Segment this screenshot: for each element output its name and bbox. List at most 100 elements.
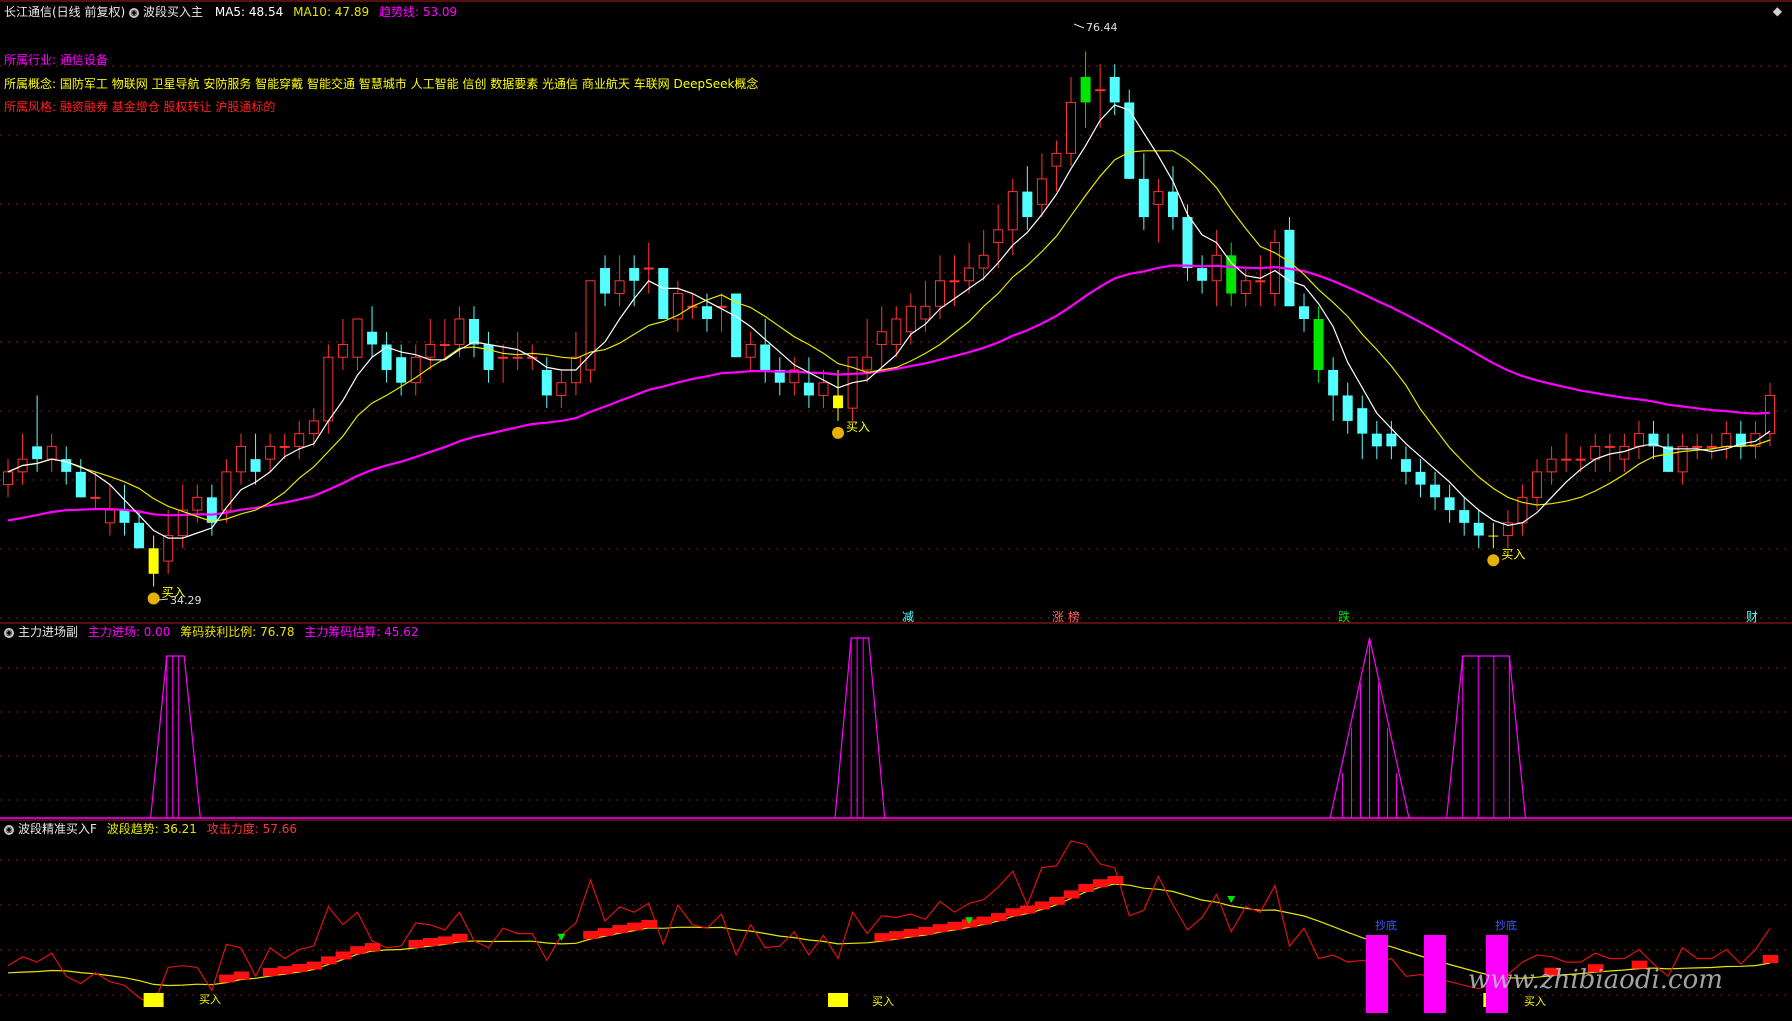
candle-body — [585, 280, 596, 371]
candle-body — [1313, 319, 1324, 370]
rise-block — [626, 922, 643, 931]
event-drop[interactable]: 跌 — [1338, 608, 1350, 625]
candle-body — [1706, 445, 1717, 448]
candle-body — [3, 471, 13, 486]
chart-canvas[interactable]: 买入买入买入 — [0, 0, 1792, 1021]
candle-body — [891, 318, 902, 345]
candle-body — [1036, 178, 1047, 205]
ma5-line — [7, 104, 1771, 539]
p3-buy-label-3: 买入 — [1524, 995, 1546, 1008]
stock-name: 长江通信(日线 前复权) — [4, 5, 126, 19]
panel2-value2: 筹码获利比例: 76.78 — [180, 625, 295, 639]
panel3-toggle-icon[interactable]: ◉ — [4, 824, 14, 835]
panel2-value1: 主力进场: 0.00 — [87, 625, 171, 639]
industry-value: 通信设备 — [59, 53, 108, 67]
candle-body — [1066, 101, 1077, 154]
candle-body — [1051, 152, 1062, 167]
watermark: www.zhibiaodi.com — [1468, 965, 1723, 995]
candle-body — [468, 319, 479, 345]
candle-body — [745, 343, 756, 358]
candle-body — [425, 343, 436, 358]
rise-block — [947, 921, 963, 930]
candle-body — [920, 305, 931, 320]
high-price-label: 76.44 — [1086, 21, 1118, 34]
candle-body — [1182, 217, 1193, 269]
candle-body — [1095, 89, 1106, 92]
candle-body — [818, 382, 829, 396]
rise-block — [903, 928, 920, 937]
candle-body — [337, 343, 348, 358]
candle-body — [1765, 394, 1775, 435]
panel2-value3: 主力筹码估算: 45.62 — [304, 625, 419, 639]
candle-body — [600, 268, 611, 294]
panel-close-icon[interactable]: ◆ — [1773, 4, 1782, 18]
candle-body — [1619, 445, 1630, 460]
ma10-value: MA10: 47.89 — [293, 5, 370, 19]
p3-bottom-label-1: 抄底 — [1375, 919, 1397, 932]
event-limit-up[interactable]: 涨 榜 — [1052, 608, 1080, 625]
candle-body — [454, 318, 465, 345]
panel2-header: ◉ 主力进场副 主力进场: 0.00 筹码获利比例: 76.78 主力筹码估算: … — [4, 624, 419, 640]
rise-block — [583, 930, 599, 939]
rise-block — [233, 971, 250, 980]
indicator-toggle-icon[interactable]: ◉ — [129, 7, 140, 18]
panel3-value2: 攻击力度: 57.66 — [206, 822, 297, 836]
event-reduce[interactable]: 减 — [902, 608, 914, 625]
main-buy-label: 买入 — [846, 420, 870, 434]
candle-body — [1197, 268, 1208, 281]
candle-body — [701, 306, 712, 319]
rise-block — [262, 968, 279, 977]
style-value: 融资融券 基金增仓 股权转让 沪股通标的 — [59, 100, 276, 114]
rise-block — [452, 933, 468, 942]
candle-body — [541, 369, 552, 396]
candle-body — [1080, 76, 1091, 103]
candle-body — [1692, 445, 1703, 448]
low-price-label: 34.29 — [170, 594, 202, 607]
p3-buy-label-1: 买入 — [199, 993, 221, 1006]
candle-body — [876, 331, 887, 345]
panel2-title[interactable]: 主力进场副 — [18, 625, 78, 639]
candle-body — [658, 268, 669, 319]
rise-block — [1107, 876, 1123, 885]
rise-block — [291, 963, 308, 972]
panel3-title[interactable]: 波段精准买入F — [18, 822, 97, 836]
candle-body — [323, 356, 334, 422]
rise-block — [277, 966, 293, 975]
candle-body — [308, 420, 319, 435]
candle-body — [862, 356, 873, 371]
candle-body — [1138, 178, 1149, 218]
candle-body — [1328, 369, 1339, 396]
main-indicator-name[interactable]: 波段买入主 — [143, 5, 203, 19]
rise-block — [1762, 955, 1779, 964]
bottom-bar — [1366, 935, 1388, 1013]
industry-label: 所属行业: — [4, 53, 57, 67]
rise-block — [1005, 908, 1022, 917]
candle-body — [483, 344, 494, 370]
event-finance[interactable]: 财 — [1746, 608, 1758, 625]
rise-block — [1078, 883, 1094, 892]
candle-body — [1473, 522, 1484, 536]
candle-body — [1342, 395, 1353, 421]
ma5-value: MA5: 48.54 — [214, 5, 284, 19]
candle-body — [1357, 408, 1368, 434]
trend-value: 趋势线: 53.09 — [378, 5, 458, 19]
candle-body — [250, 459, 261, 472]
candle-body — [1226, 255, 1237, 294]
panel3-value1: 波段趋势: 36.21 — [106, 822, 197, 836]
candle-body — [265, 445, 276, 460]
candle-body — [1677, 445, 1688, 473]
candle-body — [1022, 191, 1033, 218]
panel2-toggle-icon[interactable]: ◉ — [4, 627, 14, 638]
candle-body — [556, 382, 567, 396]
p3-buy-label-2: 买入 — [872, 995, 894, 1008]
sell-arrow-icon — [1227, 895, 1236, 903]
candle-body — [993, 229, 1004, 244]
candle-body — [134, 522, 145, 549]
candle-body — [1240, 280, 1251, 295]
candle-body — [46, 445, 57, 460]
candle-body — [1561, 458, 1572, 461]
candle-body — [352, 318, 363, 358]
spike-outline — [150, 655, 201, 819]
candle-body — [1415, 471, 1426, 485]
candle-body — [1371, 433, 1382, 447]
